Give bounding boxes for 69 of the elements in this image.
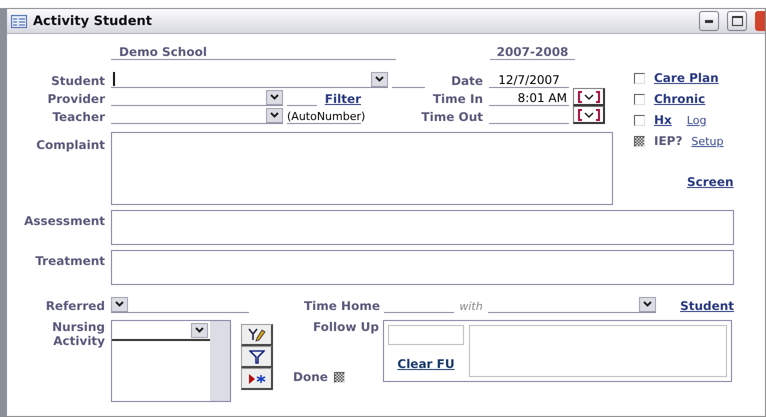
field-label: Treatment — [35, 254, 105, 268]
checkbox[interactable] — [634, 94, 645, 104]
checkbox-link[interactable]: Hx — [654, 113, 672, 127]
dropdown-button[interactable] — [371, 72, 388, 86]
dropdown-button[interactable] — [639, 296, 656, 312]
minimize-icon — [705, 20, 713, 22]
assessment-field[interactable] — [111, 210, 734, 245]
checkbox[interactable] — [634, 72, 645, 84]
field-label: Student — [51, 74, 105, 88]
treatment-field[interactable] — [111, 250, 734, 285]
filter-button[interactable] — [241, 346, 273, 368]
small-link[interactable]: Log — [686, 114, 706, 126]
nursing-activity-list[interactable] — [111, 320, 231, 402]
time-in-field[interactable]: 8:01 AM — [489, 90, 569, 106]
checkbox-link[interactable]: Care Plan — [654, 71, 719, 85]
chevron-down-icon — [195, 327, 204, 333]
edit-button[interactable] — [241, 324, 273, 346]
minimize-button[interactable] — [699, 11, 719, 31]
checkbox-label: IEP? — [654, 134, 682, 148]
clear-follow-up-link[interactable]: Clear FU — [397, 357, 455, 371]
chevron-down-icon — [375, 76, 384, 82]
bracket-icon — [576, 108, 600, 122]
clock-button[interactable] — [573, 88, 605, 106]
dropdown-button[interactable] — [266, 90, 283, 104]
field-label: Teacher — [52, 110, 105, 124]
filter-link[interactable]: Filter — [324, 92, 361, 106]
new-record-button[interactable] — [241, 368, 273, 390]
text-cursor-icon — [113, 72, 115, 86]
field-label: Nursing Activity — [51, 320, 105, 348]
field-label: Date — [451, 74, 483, 88]
maximize-icon — [732, 16, 742, 26]
date-field[interactable]: 12/7/2007 — [489, 72, 569, 88]
checkbox-link[interactable]: Chronic — [654, 92, 706, 106]
arrow-asterisk-icon — [248, 372, 266, 384]
bracket-icon — [576, 90, 600, 104]
chevron-down-icon — [643, 301, 652, 307]
student-link[interactable]: Student — [680, 299, 734, 313]
field-label: Follow Up — [312, 320, 379, 334]
window-title: Activity Student — [33, 14, 154, 28]
field-label: Provider — [47, 92, 105, 106]
small-link[interactable]: Setup — [691, 134, 724, 148]
follow-up-date-field[interactable] — [388, 325, 464, 345]
field-label: Assessment — [24, 214, 105, 228]
chevron-down-icon — [270, 112, 279, 118]
checkbox[interactable] — [634, 114, 645, 126]
field-label: Time Home — [304, 299, 380, 313]
dropdown-button[interactable] — [111, 296, 128, 312]
maximize-button[interactable] — [727, 11, 747, 31]
funnel-pencil-icon — [248, 326, 266, 342]
chevron-down-icon — [270, 94, 279, 100]
checkbox[interactable] — [334, 372, 345, 382]
funnel-icon — [248, 350, 264, 364]
field-label: Done — [293, 370, 328, 384]
dropdown-button[interactable] — [266, 108, 283, 122]
with-label: with — [459, 300, 483, 313]
form-icon — [11, 14, 27, 28]
screen-link[interactable]: Screen — [687, 175, 734, 189]
complaint-field[interactable] — [111, 132, 613, 205]
clock-button[interactable] — [573, 106, 605, 124]
school-year: 2007-2008 — [496, 45, 568, 59]
field-label: Time In — [432, 92, 483, 106]
field-label: Referred — [46, 299, 105, 313]
checkbox[interactable] — [634, 136, 645, 146]
field-label: Complaint — [36, 138, 105, 152]
field-label: Time Out — [421, 110, 483, 124]
chevron-down-icon — [115, 301, 124, 307]
follow-up-notes-field[interactable] — [469, 325, 727, 377]
school-name: Demo School — [118, 45, 207, 59]
dropdown-button[interactable] — [191, 322, 208, 338]
